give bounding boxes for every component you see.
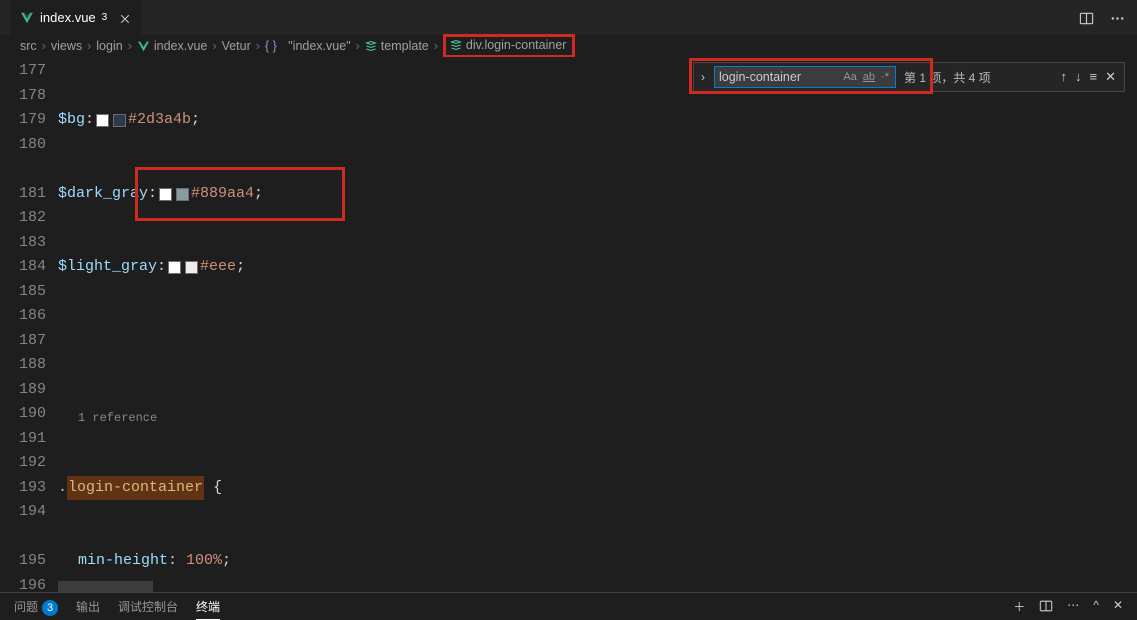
editor[interactable]: 177 178 179 180 181 182 183 184 185 186 … [0,57,1137,592]
minimap[interactable] [1119,57,1137,592]
find-close-icon[interactable]: ✕ [1105,69,1116,85]
breadcrumb-src[interactable]: src [20,39,37,53]
tab-index-vue[interactable]: index.vue 3 [10,0,141,35]
find-next-icon[interactable]: ↓ [1075,69,1082,85]
line-gutter: 177 178 179 180 181 182 183 184 185 186 … [0,57,58,592]
editor-title-actions [1079,9,1137,25]
chevron-right-icon: › [210,39,218,53]
problems-badge: 3 [42,600,58,616]
code-area[interactable]: $bg:#2d3a4b; $dark_gray:#889aa4; $light_… [58,57,1119,592]
tab-filename: index.vue [40,10,96,25]
find-toggle-replace[interactable]: › [694,63,712,91]
panel-maximize-icon[interactable]: ^ [1093,598,1099,615]
panel-tab-debug[interactable]: 调试控制台 [118,594,178,619]
panel-new-terminal-icon[interactable]: ＋ [1013,598,1025,615]
breadcrumb-vetur[interactable]: Vetur [222,39,251,53]
find-input[interactable] [719,70,819,84]
tab-modified-count: 3 [102,12,108,23]
find-nav: ↑ ↓ ≡ ✕ [1061,69,1125,85]
find-prev-icon[interactable]: ↑ [1061,69,1068,85]
chevron-right-icon: › [85,39,93,53]
find-regex[interactable]: ·* [879,68,891,86]
codelens[interactable]: 1 reference [58,406,1119,431]
tab-close-icon[interactable] [119,10,131,25]
chevron-right-icon: › [126,39,134,53]
find-input-wrap: Aa ab ·* [714,66,896,88]
panel-tab-problems[interactable]: 问题3 [14,594,58,620]
horizontal-scrollbar[interactable] [58,581,1119,592]
panel-tab-output[interactable]: 输出 [76,594,100,619]
panel-more-icon[interactable]: ⋯ [1067,598,1079,615]
bottom-panel: 问题3 输出 调试控制台 终端 ＋ ⋯ ^ ✕ [0,592,1137,620]
panel-close-icon[interactable]: ✕ [1113,598,1123,615]
find-widget: › Aa ab ·* 第 1 项，共 4 项 ↑ ↓ ≡ ✕ [693,62,1125,92]
annotation-box [135,167,345,221]
breadcrumb-views[interactable]: views [51,39,82,53]
breadcrumb-element[interactable]: div.login-container [443,34,576,58]
breadcrumbs: src › views › login › index.vue › Vetur … [0,35,1137,57]
chevron-right-icon: › [254,39,262,53]
chevron-right-icon: › [432,39,440,53]
chevron-right-icon: › [354,39,362,53]
app-root: index.vue 3 src › views › login › index.… [0,0,1137,620]
breadcrumb-login[interactable]: login [96,39,122,53]
panel-tab-terminal[interactable]: 终端 [196,594,220,620]
vue-file-icon [20,11,34,25]
breadcrumb-file[interactable]: index.vue [137,39,208,53]
more-actions-icon[interactable] [1110,9,1125,25]
split-editor-icon[interactable] [1079,9,1094,25]
breadcrumb-scope[interactable]: { } "index.vue" [265,39,351,53]
tabs-bar: index.vue 3 [0,0,1137,35]
find-in-selection-icon[interactable]: ≡ [1090,69,1098,85]
find-match-case[interactable]: Aa [841,68,858,86]
chevron-right-icon: › [40,39,48,53]
breadcrumb-template[interactable]: template [365,39,429,53]
find-match-word[interactable]: ab [861,68,877,86]
panel-split-icon[interactable] [1039,598,1053,615]
find-status: 第 1 项，共 4 项 [904,69,991,86]
